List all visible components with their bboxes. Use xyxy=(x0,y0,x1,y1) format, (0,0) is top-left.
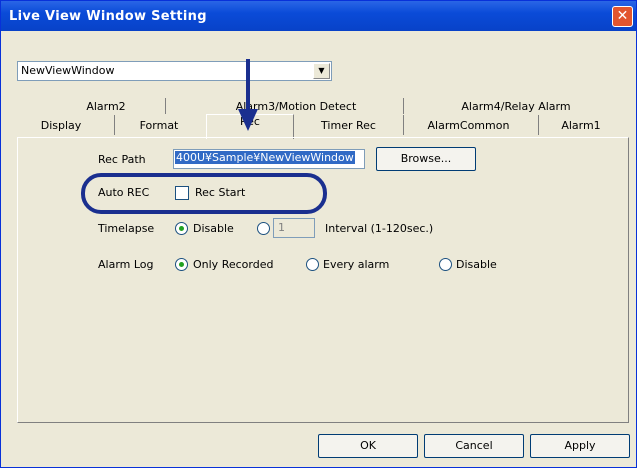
annotation-overlay xyxy=(81,59,327,214)
ok-button[interactable]: OK xyxy=(318,434,418,458)
annotation-highlight-ring xyxy=(81,173,327,214)
annotation-arrowhead xyxy=(238,109,258,131)
cancel-button[interactable]: Cancel xyxy=(424,434,524,458)
dialog-window: Live View Window Setting ✕ NewViewWindow… xyxy=(0,0,637,468)
apply-button[interactable]: Apply xyxy=(530,434,630,458)
